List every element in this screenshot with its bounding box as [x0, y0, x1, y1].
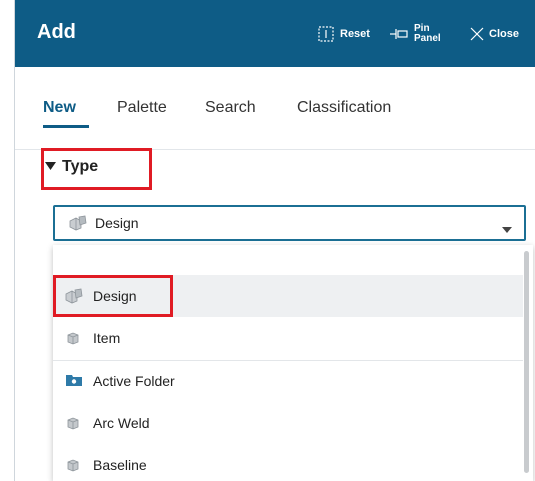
design-icon	[65, 288, 83, 307]
reset-label: Reset	[340, 28, 370, 40]
type-select[interactable]: Design	[53, 205, 526, 241]
type-section-toggle[interactable]: Type	[45, 158, 98, 176]
type-select-value: Design	[95, 215, 139, 231]
panel-header: Add Reset Pin Panel Close	[15, 0, 535, 67]
tab-search[interactable]: Search	[205, 99, 256, 117]
triangle-down-icon	[45, 158, 56, 176]
tab-classification[interactable]: Classification	[297, 99, 391, 117]
pin-label-line2: Panel	[414, 33, 441, 44]
reset-icon	[317, 25, 335, 43]
dropdown-option-baseline[interactable]: Baseline	[53, 444, 523, 481]
tab-new[interactable]: New	[43, 99, 76, 117]
dropdown-option-item[interactable]: Item	[53, 317, 523, 359]
close-label: Close	[489, 28, 519, 40]
active-tab-indicator	[43, 125, 89, 128]
item-icon	[65, 415, 81, 434]
folder-icon	[65, 373, 83, 390]
panel-title: Add	[37, 21, 76, 43]
dropdown-option-label: Baseline	[93, 457, 147, 473]
dropdown-option-design[interactable]: Design	[53, 275, 523, 317]
close-button[interactable]: Close	[470, 22, 519, 46]
pin-panel-button[interactable]: Pin Panel	[389, 22, 441, 46]
dropdown-option-label: Active Folder	[93, 373, 175, 389]
pin-icon	[389, 26, 409, 42]
close-icon	[470, 27, 484, 41]
item-icon	[65, 330, 81, 349]
dropdown-option-label: Design	[93, 288, 137, 304]
type-heading-label: Type	[62, 158, 99, 175]
chevron-down-icon	[502, 220, 512, 238]
dropdown-scrollbar[interactable]	[524, 251, 529, 473]
dropdown-option-label: Item	[93, 330, 121, 346]
type-dropdown-list: Design Item Active Folder Arc Weld Basel…	[53, 245, 533, 481]
tab-bar: New Palette Search Classification	[15, 67, 535, 150]
item-icon	[65, 457, 81, 476]
dropdown-option-arc-weld[interactable]: Arc Weld	[53, 402, 523, 444]
design-icon	[69, 215, 87, 231]
dropdown-option-label: Arc Weld	[93, 415, 150, 431]
reset-button[interactable]: Reset	[317, 22, 370, 46]
dropdown-option-active-folder[interactable]: Active Folder	[53, 360, 523, 402]
tab-palette[interactable]: Palette	[117, 99, 167, 117]
add-panel: Add Reset Pin Panel Close New Palette Se…	[14, 0, 535, 481]
